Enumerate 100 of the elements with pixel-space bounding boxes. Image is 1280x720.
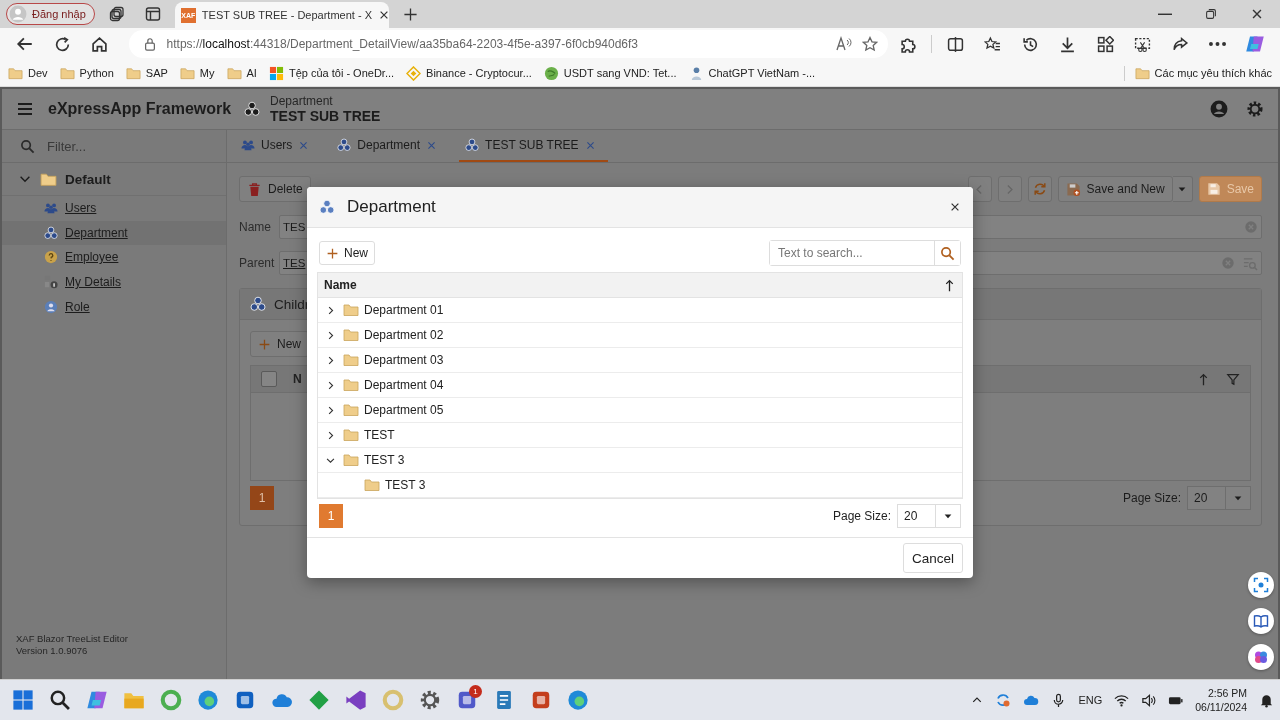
- history-icon: [1021, 35, 1039, 53]
- new-button[interactable]: New: [250, 331, 309, 357]
- tree-row[interactable]: TEST 3: [318, 448, 962, 473]
- close-icon: [426, 139, 438, 151]
- tab-label: Users: [261, 138, 293, 152]
- folder-icon: [343, 427, 359, 443]
- dialog-title: Department: [347, 197, 437, 217]
- bookmark[interactable]: Dev: [8, 65, 48, 81]
- bookmark[interactable]: My: [179, 65, 215, 81]
- field-label: Name: [239, 220, 272, 234]
- bookmark-folder[interactable]: Các mục yêu thích khác: [1123, 65, 1272, 81]
- scan-icon: [1253, 577, 1269, 593]
- workspaces-icon: [108, 6, 125, 22]
- url-text: https://localhost:44318/Department_DetailView/aa35ba64-2203-4f5e-a397-6f0cb940d6f3: [166, 37, 640, 51]
- page-size-dropdown[interactable]: 20: [897, 504, 961, 528]
- cluster-icon: [319, 199, 335, 215]
- tree-node-label: Department 03: [364, 353, 444, 367]
- bookmark[interactable]: AI: [226, 65, 257, 81]
- bookmark[interactable]: ChatGPT VietNam -...: [688, 65, 816, 81]
- clock[interactable]: 2:56 PM 06/11/2024: [1195, 686, 1247, 714]
- tree-row[interactable]: TEST: [318, 423, 962, 448]
- cancel-button[interactable]: Cancel: [902, 543, 963, 573]
- refresh-icon: [1032, 182, 1047, 196]
- help-circle-icon: [44, 250, 58, 265]
- cluster-icon: [244, 101, 260, 117]
- delete-button[interactable]: Delete: [239, 176, 311, 202]
- view-caption: Department: [270, 94, 334, 108]
- folder-icon: [8, 65, 23, 81]
- book-icon: [1253, 613, 1269, 629]
- folder-icon: [1134, 65, 1150, 81]
- ring-icon: [382, 689, 404, 711]
- tab-title: TEST SUB TREE - Department - X: [201, 9, 372, 21]
- filter-field[interactable]: Filter...: [45, 137, 199, 155]
- nav-item[interactable]: Role: [2, 294, 226, 319]
- app-tile-icon: [530, 689, 552, 711]
- close-button[interactable]: [949, 201, 961, 213]
- view-tab[interactable]: Users: [235, 130, 322, 162]
- tree-node-label: Department 02: [364, 328, 444, 342]
- folder-icon: [364, 477, 380, 493]
- tree-row[interactable]: TEST 3: [318, 473, 962, 498]
- taskbar-button[interactable]: 1: [452, 684, 482, 716]
- tree-row[interactable]: Department 01: [318, 298, 962, 323]
- star-icon: [861, 36, 878, 52]
- tab-label: Department: [357, 138, 421, 152]
- tree-row[interactable]: Department 05: [318, 398, 962, 423]
- download-icon: [1059, 35, 1077, 53]
- page-size-label: Page Size:: [832, 509, 891, 523]
- split-screen-icon: [946, 35, 964, 53]
- search-icon: [940, 245, 955, 261]
- lock-icon: [142, 37, 157, 51]
- new-button[interactable]: New: [319, 241, 375, 265]
- tab-label: TEST SUB TREE: [485, 138, 579, 152]
- save-icon: [1065, 181, 1081, 197]
- folder-icon: [226, 65, 242, 81]
- view-tab[interactable]: Department: [331, 130, 450, 162]
- close-icon: [298, 139, 310, 151]
- tree-row[interactable]: Department 03: [318, 348, 962, 373]
- bookmark[interactable]: Python: [59, 65, 114, 81]
- diamond-icon: [308, 689, 330, 711]
- globe-icon: [543, 65, 559, 81]
- page-size-dropdown[interactable]: 20: [1187, 486, 1251, 510]
- nav-item[interactable]: Department: [2, 220, 226, 246]
- search-button[interactable]: [934, 241, 960, 265]
- cluster-icon: [250, 296, 266, 312]
- tree-row[interactable]: Department 02: [318, 323, 962, 348]
- people-icon: [241, 138, 255, 152]
- account-icon: [1210, 100, 1228, 118]
- folder-icon: [343, 302, 359, 318]
- ring-icon: [160, 689, 182, 711]
- profile-button[interactable]: Đăng nhập: [6, 3, 95, 25]
- settings-icon: [1246, 100, 1264, 118]
- nav-item[interactable]: Employee: [2, 245, 226, 270]
- bookmark[interactable]: Binance - Cryptocur...: [406, 65, 532, 81]
- back-icon: [15, 35, 34, 53]
- checkbox[interactable]: [261, 371, 277, 387]
- language-indicator[interactable]: ENG: [1078, 694, 1103, 706]
- nav-group[interactable]: Default: [2, 163, 226, 196]
- screenshot-icon: [1134, 35, 1152, 53]
- address-bar[interactable]: https://localhost:44318/Department_DetailView/aa35ba64-2203-4f5e-a397-6f0cb940d6f3: [128, 30, 888, 58]
- copilot-icon: [1245, 34, 1266, 54]
- save-and-new-button[interactable]: Save and New: [1057, 176, 1173, 202]
- folder-icon: [343, 327, 359, 343]
- nav-item[interactable]: My Details: [2, 269, 226, 295]
- tree-node-label: TEST 3: [385, 478, 426, 492]
- view-tab[interactable]: TEST SUB TREE: [459, 130, 608, 162]
- restore-icon: [1204, 7, 1218, 21]
- settings-button[interactable]: [1246, 100, 1264, 118]
- bookmark[interactable]: Tệp của tôi - OneDr...: [268, 65, 395, 81]
- bookmark[interactable]: USDT sang VND: Tet...: [543, 65, 677, 81]
- account-button[interactable]: [1210, 100, 1228, 118]
- notification-icon: [1259, 692, 1274, 708]
- nav-item[interactable]: Users: [2, 196, 226, 221]
- tree-row[interactable]: Department 04: [318, 373, 962, 398]
- folder-icon: [343, 377, 359, 393]
- bookmark[interactable]: SAP: [125, 65, 168, 81]
- arrow-up-icon: [1197, 372, 1210, 386]
- tree-node-label: Department 01: [364, 303, 444, 317]
- search-field[interactable]: Text to search...: [769, 240, 961, 266]
- more-icon: [1209, 42, 1227, 46]
- page-button[interactable]: 1: [250, 486, 274, 510]
